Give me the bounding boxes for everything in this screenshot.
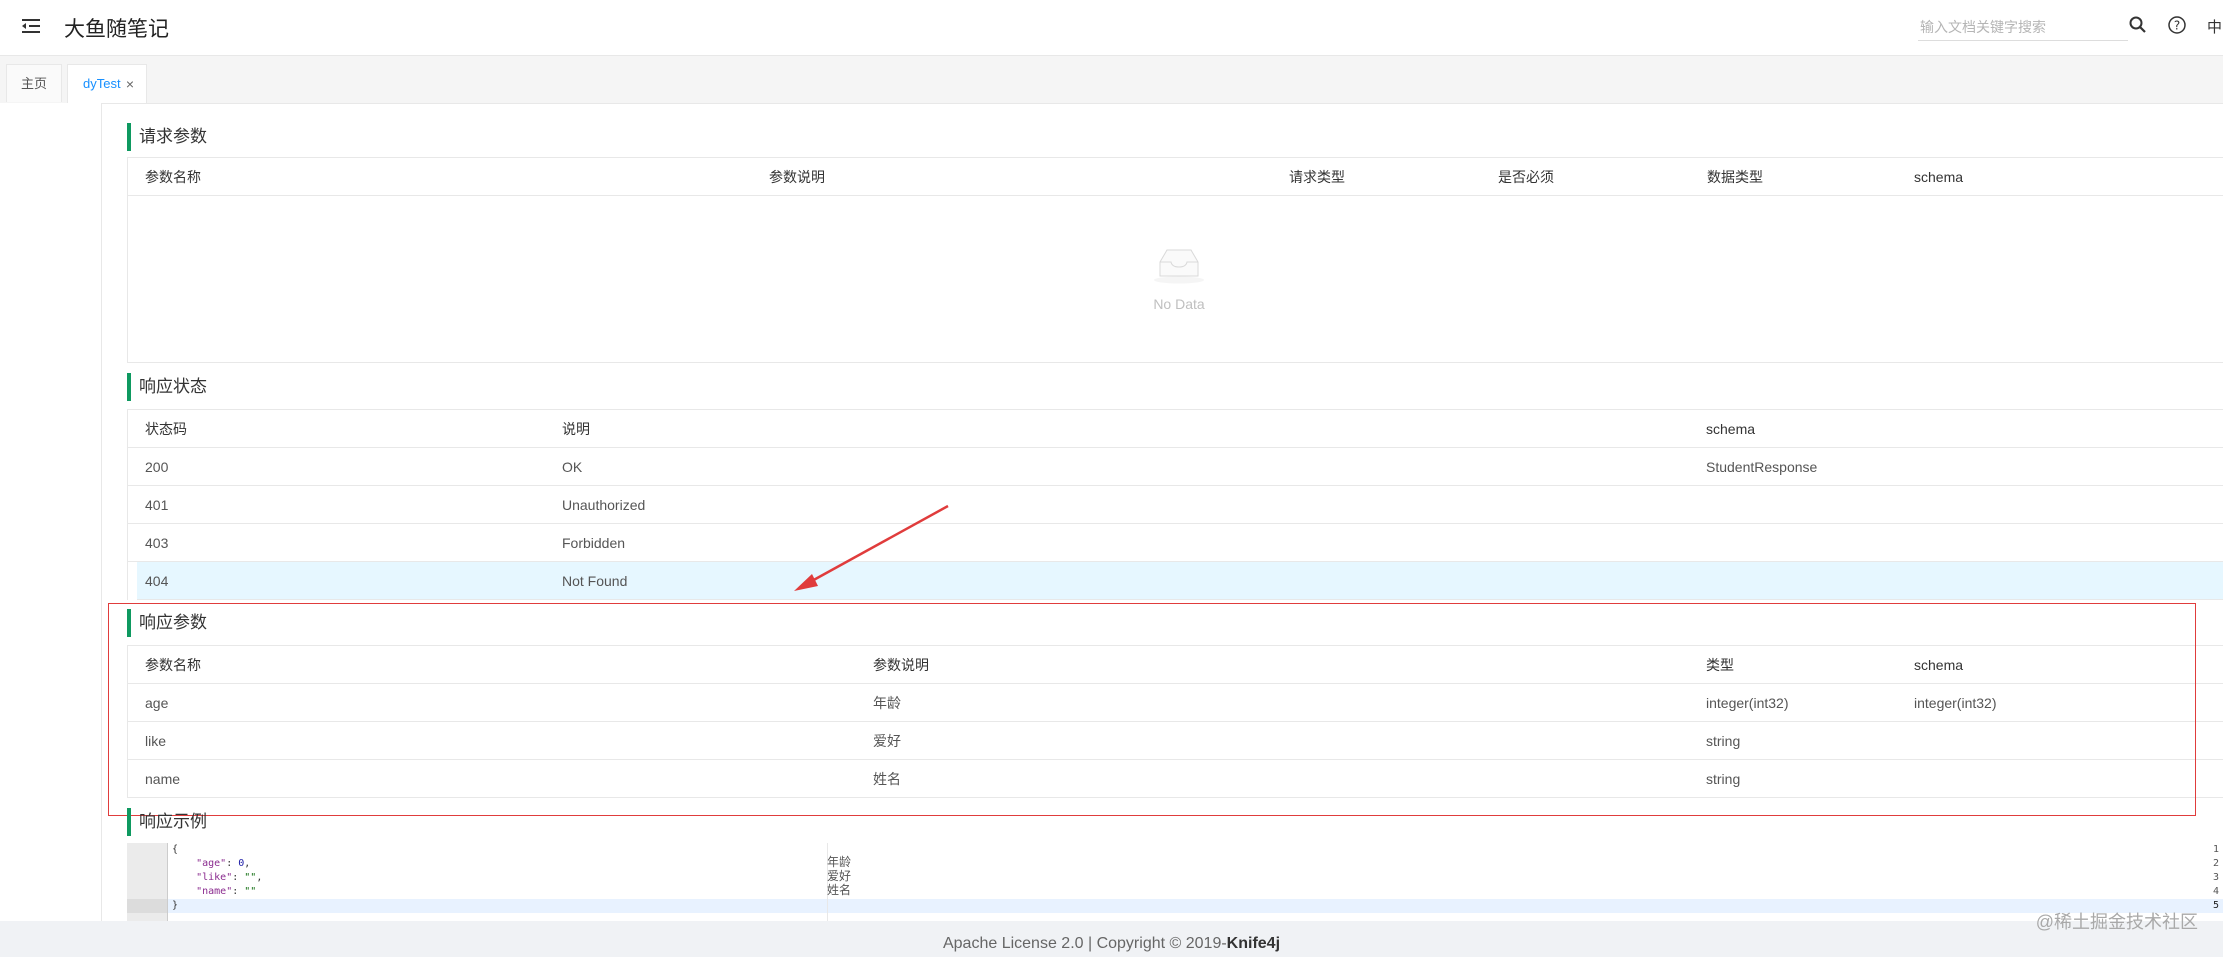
table-row[interactable]: like 爱好 string: [128, 722, 2223, 760]
code-editor[interactable]: 1 2 3 4 5 { "age": 0, "like": "", "name"…: [127, 843, 2223, 921]
empty-inbox-icon: [1154, 249, 1204, 284]
table-row[interactable]: 403 Forbidden: [128, 524, 2223, 562]
line-number: 3: [2212, 872, 2219, 883]
help-icon[interactable]: ?: [2167, 15, 2187, 35]
watermark: @稀土掘金技术社区: [2035, 912, 2198, 932]
language-switch[interactable]: 中: [2207, 16, 2222, 37]
comment: 爱好: [827, 869, 852, 883]
table-row-hovered[interactable]: 404 Not Found: [137, 562, 2223, 600]
line-number: 4: [2212, 886, 2219, 897]
status-desc: Unauthorized: [562, 497, 646, 513]
code-line: "name": "": [196, 886, 257, 897]
response-params-title: 响应参数: [127, 609, 207, 637]
gutter-active-line: [127, 899, 167, 913]
menu-fold-icon[interactable]: [20, 15, 42, 37]
table-header-row: 参数名称 参数说明 类型 schema: [128, 646, 2223, 684]
table-row[interactable]: name 姓名 string: [128, 760, 2223, 798]
param-type: string: [1706, 771, 1741, 787]
footer-license: Apache License 2.0 | Copyright: [942, 935, 1170, 952]
line-number: 1: [2212, 844, 2219, 855]
footer-brand: Knife4j: [1226, 935, 1281, 952]
status-code: 401: [145, 497, 169, 513]
column-header: schema: [1914, 169, 1964, 185]
response-status-table: 状态码 说明 schema 200 OK StudentResponse 401…: [127, 409, 2223, 600]
column-header: 是否必须: [1498, 169, 1554, 185]
request-params-title: 请求参数: [127, 123, 207, 151]
column-header: schema: [1914, 657, 1964, 673]
response-example-title: 响应示例: [127, 808, 207, 836]
empty-text: No Data: [1153, 296, 1205, 312]
line-number: 5: [2212, 900, 2219, 911]
response-params-table: 参数名称 参数说明 类型 schema age 年龄 integer(int32…: [127, 645, 2223, 798]
table-row[interactable]: age 年龄 integer(int32) integer(int32): [128, 684, 2223, 722]
close-icon[interactable]: ×: [126, 65, 134, 103]
field-comments: 年龄 爱好 姓名: [827, 855, 851, 897]
param-desc: 爱好: [873, 733, 901, 749]
column-header: 说明: [562, 421, 590, 437]
status-code: 404: [145, 573, 169, 589]
column-header: 数据类型: [1707, 169, 1763, 185]
column-header: 状态码: [145, 421, 187, 437]
table-row[interactable]: 200 OK StudentResponse: [128, 448, 2223, 486]
code-line: "age": 0,: [196, 858, 251, 869]
column-header: 参数名称: [145, 169, 201, 185]
table-header-row: 状态码 说明 schema: [128, 410, 2223, 448]
tab-dytest[interactable]: dyTest ×: [67, 64, 147, 103]
param-name: name: [145, 771, 181, 787]
column-header: 类型: [1706, 657, 1734, 673]
status-code: 200: [145, 459, 169, 475]
column-header: 请求类型: [1289, 169, 1345, 185]
param-name: like: [145, 733, 167, 749]
comment: 年龄: [827, 855, 852, 869]
code-line: "like": "",: [196, 872, 263, 883]
param-desc: 姓名: [873, 771, 901, 787]
code-line: {: [172, 844, 179, 855]
param-type: integer(int32): [1706, 695, 1789, 711]
active-line: [127, 899, 2223, 913]
line-number: 2: [2212, 858, 2219, 869]
footer: Apache License 2.0 | Copyright © 2019-Kn…: [0, 921, 2223, 957]
code-line: }: [172, 900, 179, 911]
tab-label: dyTest: [83, 76, 121, 91]
param-schema: integer(int32): [1914, 695, 1997, 711]
comment: 姓名: [827, 883, 852, 897]
app-title: 大鱼随笔记: [64, 18, 169, 41]
table-row[interactable]: 401 Unauthorized: [128, 486, 2223, 524]
status-code: 403: [145, 535, 169, 551]
column-header: 参数名称: [145, 657, 201, 673]
param-name: age: [145, 695, 169, 711]
svg-text:?: ?: [2174, 19, 2180, 33]
copyright-icon: ©: [1169, 935, 1182, 952]
status-schema: StudentResponse: [1706, 459, 1818, 475]
top-header: 大鱼随笔记 ? 中: [0, 0, 2223, 56]
status-desc: OK: [562, 459, 583, 475]
search-box[interactable]: [1918, 14, 2128, 41]
response-status-title: 响应状态: [127, 373, 207, 401]
search-input[interactable]: [1918, 14, 2122, 40]
status-desc: Not Found: [562, 573, 628, 589]
tab-home[interactable]: 主页: [6, 64, 62, 102]
column-header: schema: [1706, 421, 1756, 437]
table-header-row: 参数名称 参数说明 请求类型 是否必须 数据类型 schema: [128, 158, 2223, 196]
param-type: string: [1706, 733, 1741, 749]
search-icon[interactable]: [2128, 15, 2148, 35]
column-header: 参数说明: [769, 169, 825, 185]
footer-year: 2019-: [1181, 935, 1227, 952]
status-desc: Forbidden: [562, 535, 626, 551]
column-header: 参数说明: [873, 657, 929, 673]
left-sidebar: [0, 103, 102, 921]
tab-bar: 主页 dyTest ×: [0, 56, 2223, 104]
param-desc: 年龄: [873, 695, 901, 711]
